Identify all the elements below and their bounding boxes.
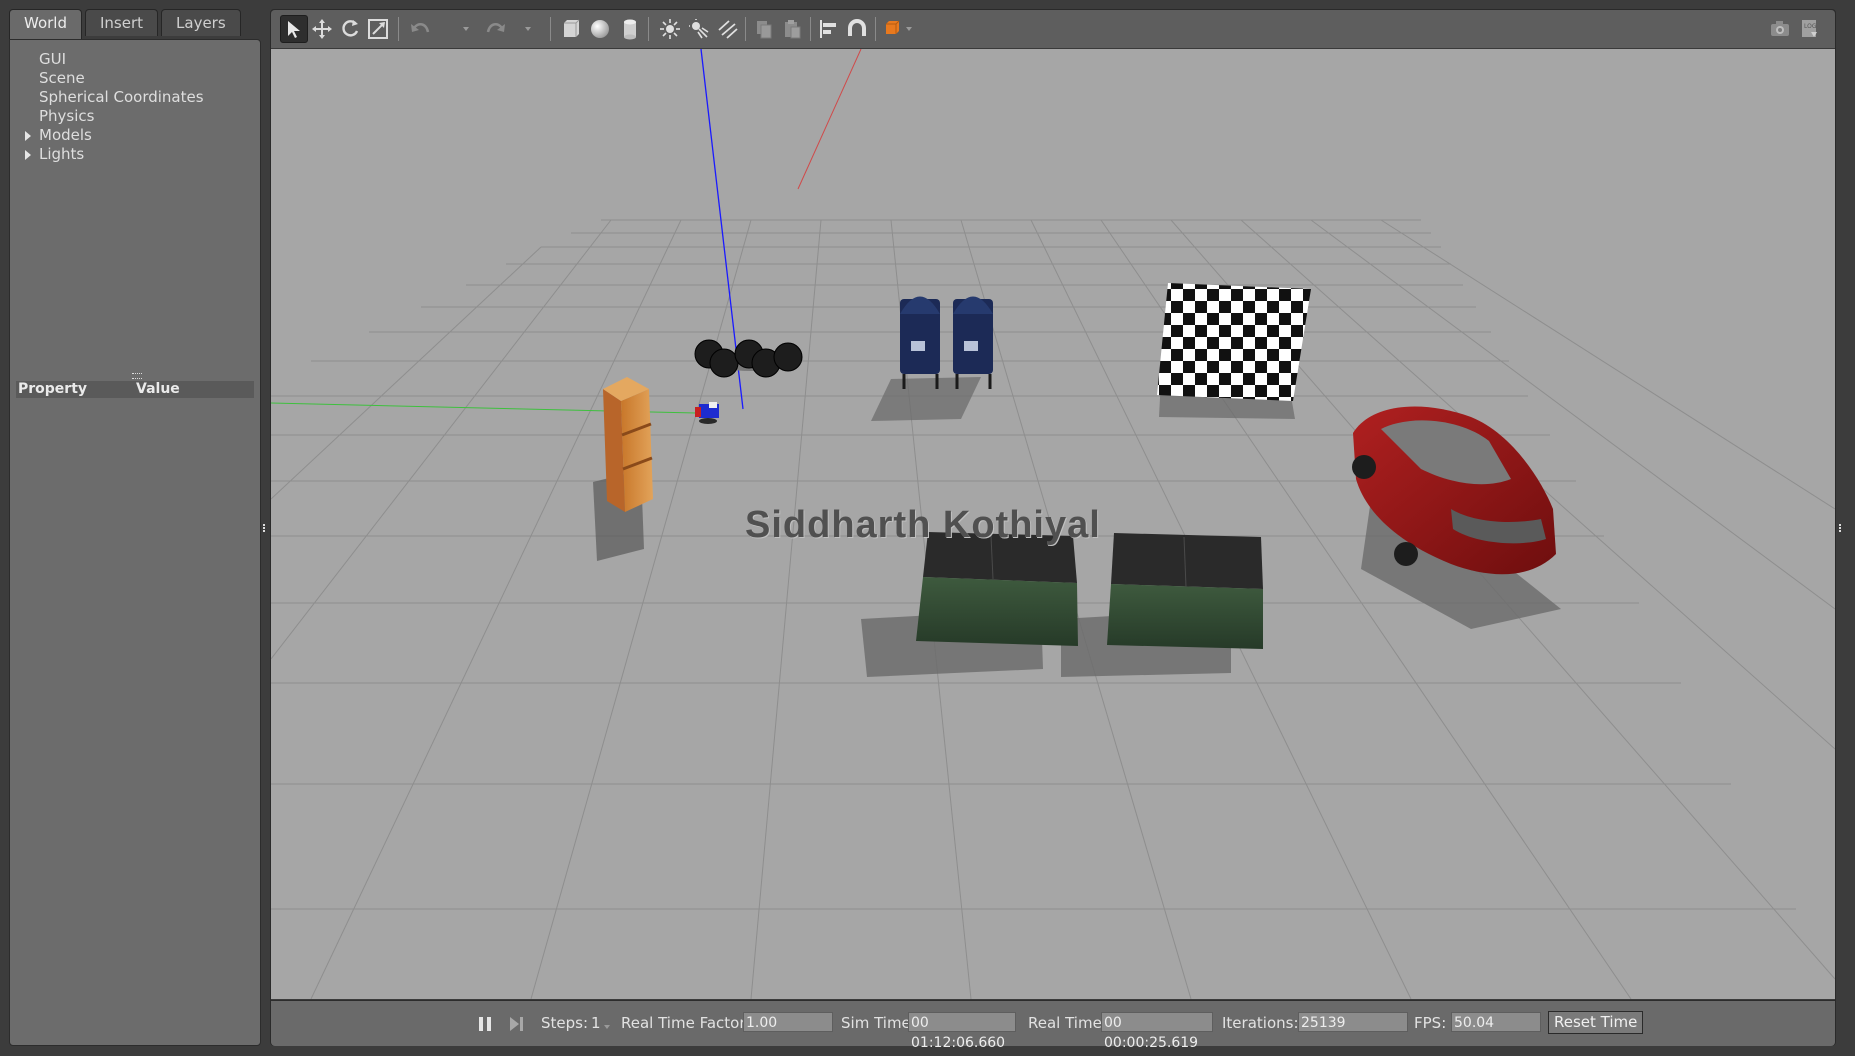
- copy-icon[interactable]: [750, 15, 778, 43]
- tree-item-label: GUI: [39, 50, 67, 68]
- splitter-handle[interactable]: [132, 373, 142, 379]
- point-light-icon[interactable]: [656, 15, 684, 43]
- tree-item-label: Physics: [39, 107, 95, 125]
- property-table-header: Property Value: [16, 381, 254, 398]
- spot-light-icon[interactable]: [685, 15, 713, 43]
- right-collapse-handle[interactable]: [1839, 524, 1845, 532]
- tree-item-gui[interactable]: GUI: [10, 50, 260, 69]
- left-collapse-handle[interactable]: [263, 524, 269, 532]
- pause-icon[interactable]: [471, 1010, 499, 1038]
- mailboxes: [871, 296, 993, 421]
- fps-label: FPS:: [1414, 1014, 1447, 1032]
- iterations-value: 25139: [1298, 1012, 1408, 1032]
- rotate-icon[interactable]: [336, 15, 364, 43]
- undo-icon[interactable]: [406, 15, 434, 43]
- dumpsters: [861, 532, 1263, 677]
- steps-spinner[interactable]: 1: [591, 1013, 601, 1033]
- expand-arrow-icon[interactable]: [25, 131, 31, 141]
- main-window: LOG Siddharth Kothiyal Steps: 1 Real Tim…: [270, 9, 1836, 1051]
- snap-magnet-icon[interactable]: [843, 15, 871, 43]
- redo-icon[interactable]: [482, 15, 510, 43]
- real-time-factor-label: Real Time Factor:: [621, 1014, 751, 1032]
- expand-arrow-icon[interactable]: [25, 150, 31, 160]
- tree-item-scene[interactable]: Scene: [10, 69, 260, 88]
- tree-item-models[interactable]: Models: [10, 126, 260, 145]
- world-tree: GUI Scene Spherical Coordinates Physics …: [10, 50, 260, 164]
- toolbar: LOG: [271, 10, 1835, 49]
- align-icon[interactable]: [815, 15, 843, 43]
- sphere-icon[interactable]: [586, 15, 614, 43]
- real-time-label: Real Time:: [1028, 1014, 1107, 1032]
- tab-layers[interactable]: Layers: [161, 9, 241, 36]
- real-time-factor-value: 1.00: [743, 1012, 833, 1032]
- tree-item-physics[interactable]: Physics: [10, 107, 260, 126]
- translate-icon[interactable]: [308, 15, 336, 43]
- statusbar: Steps: 1 Real Time Factor: 1.00 Sim Time…: [271, 1000, 1835, 1051]
- cylinder-icon[interactable]: [616, 15, 644, 43]
- bookshelf: [593, 377, 653, 561]
- paste-icon[interactable]: [778, 15, 806, 43]
- tab-insert[interactable]: Insert: [85, 9, 159, 36]
- view-angle-cube-icon[interactable]: [878, 15, 906, 43]
- real-time-value: 00 00:00:25.619: [1101, 1012, 1213, 1051]
- steps-label: Steps:: [541, 1014, 589, 1032]
- tree-item-label: Lights: [39, 145, 85, 163]
- log-icon[interactable]: LOG: [1796, 15, 1824, 43]
- directional-light-icon[interactable]: [714, 15, 742, 43]
- step-forward-icon[interactable]: [502, 1010, 530, 1038]
- 3d-viewport[interactable]: Siddharth Kothiyal: [271, 49, 1835, 999]
- tree-item-label: Scene: [39, 69, 85, 87]
- box-icon[interactable]: [556, 15, 584, 43]
- value-column-header[interactable]: Value: [136, 381, 180, 398]
- select-arrow-icon[interactable]: [280, 15, 308, 43]
- red-car: [1352, 406, 1561, 629]
- screenshot-camera-icon[interactable]: [1766, 15, 1794, 43]
- world-panel: World Insert Layers GUI Scene Spherical …: [9, 9, 261, 1046]
- black-tires: [694, 339, 803, 378]
- tree-item-label: Models: [39, 126, 92, 144]
- property-column-header[interactable]: Property: [18, 381, 87, 398]
- fps-value: 50.04: [1451, 1012, 1541, 1032]
- scale-icon[interactable]: [364, 15, 392, 43]
- sim-time-label: Sim Time:: [841, 1014, 916, 1032]
- view-angle-dropdown-icon[interactable]: [906, 27, 912, 31]
- tree-item-label: Spherical Coordinates: [39, 88, 204, 106]
- iterations-label: Iterations:: [1222, 1014, 1299, 1032]
- overlay-watermark-text: Siddharth Kothiyal: [745, 504, 1101, 546]
- steps-dropdown-icon[interactable]: [604, 1025, 610, 1029]
- world-tree-panel: GUI Scene Spherical Coordinates Physics …: [9, 39, 261, 1046]
- panel-tabs: World Insert Layers: [9, 9, 244, 39]
- tab-world[interactable]: World: [9, 9, 82, 39]
- undo-dropdown-icon[interactable]: [463, 27, 469, 31]
- sim-time-value: 00 01:12:06.660: [908, 1012, 1016, 1051]
- tree-item-spherical-coordinates[interactable]: Spherical Coordinates: [10, 88, 260, 107]
- x-axis-line: [797, 49, 862, 190]
- reset-time-button[interactable]: Reset Time: [1548, 1011, 1644, 1034]
- checkerboard: [1157, 283, 1311, 419]
- svg-text:LOG: LOG: [1804, 23, 1817, 30]
- tree-item-lights[interactable]: Lights: [10, 145, 260, 164]
- redo-dropdown-icon[interactable]: [525, 27, 531, 31]
